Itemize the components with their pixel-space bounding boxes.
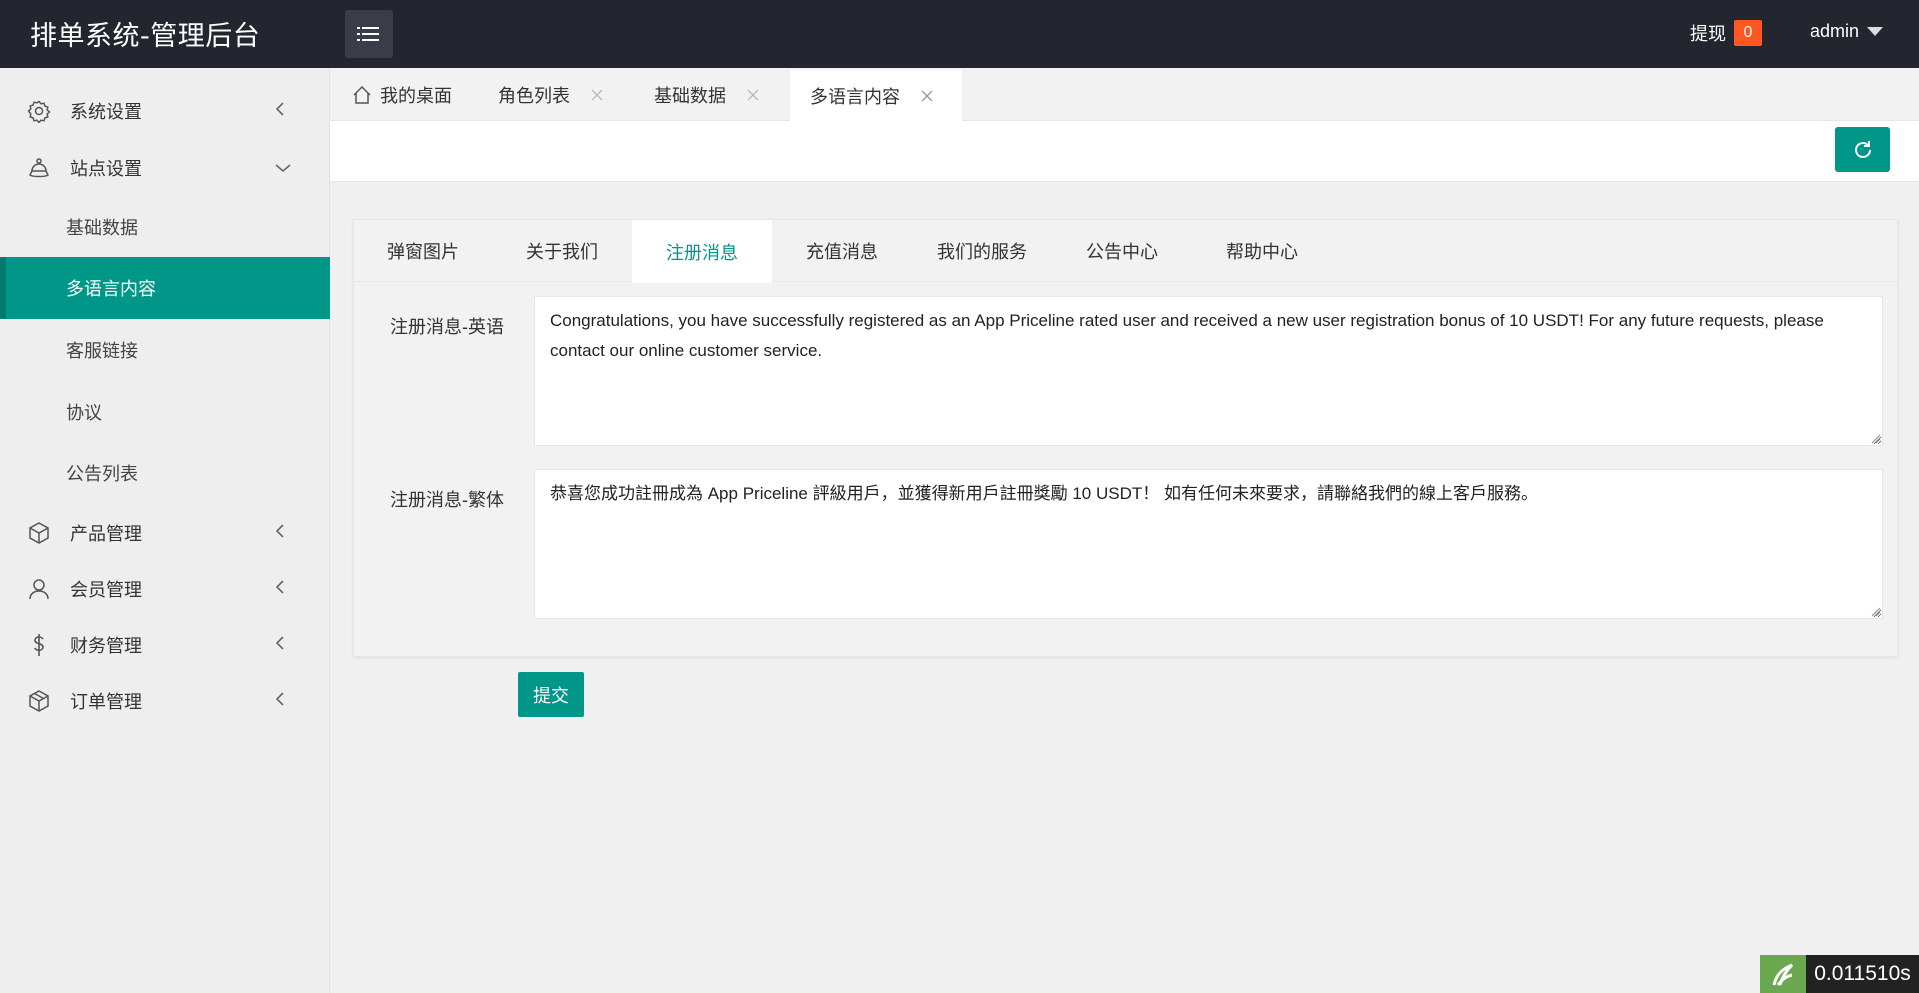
tab-label: 我的桌面 (380, 85, 452, 106)
traditional-chinese-message-textarea[interactable]: 恭喜您成功註冊成為 App Priceline 評級用戶，並獲得新用戶註冊獎勵 … (534, 469, 1883, 619)
page-toolbar (330, 121, 1919, 182)
content-tab-bar: 弹窗图片 关于我们 注册消息 充值消息 我们的服务 公告中心 帮助中心 (354, 220, 1897, 283)
submit-button[interactable]: 提交 (518, 672, 584, 717)
user-icon (26, 576, 52, 602)
withdraw-label: 提现 (1690, 24, 1726, 44)
tab-label: 关于我们 (526, 242, 598, 262)
sidebar-item-site-settings[interactable]: 站点设置 (0, 140, 330, 196)
sidebar-item-label: 站点设置 (70, 159, 142, 179)
tab-role-list[interactable]: 角色列表 (498, 68, 604, 121)
app-title: 排单系统-管理后台 (30, 21, 261, 52)
sidebar-subitem-label: 基础数据 (66, 218, 138, 238)
performance-time: 0.011510s (1806, 955, 1919, 993)
resize-grip-icon[interactable] (1871, 607, 1881, 617)
tab-about-us[interactable]: 关于我们 (492, 220, 632, 282)
sidebar-item-system-settings[interactable]: 系统设置 (0, 83, 330, 139)
field-label-traditional-chinese: 注册消息-繁体 (390, 490, 504, 510)
english-message-textarea[interactable]: Congratulations, you have successfully r… (534, 296, 1883, 446)
chevron-left-icon (274, 579, 286, 600)
close-icon[interactable] (920, 89, 934, 103)
content-card: 弹窗图片 关于我们 注册消息 充值消息 我们的服务 公告中心 帮助中心 注册消息… (353, 219, 1898, 657)
site-icon (26, 155, 52, 181)
tab-label: 基础数据 (654, 85, 726, 106)
refresh-button[interactable] (1835, 127, 1890, 172)
tab-notice-center[interactable]: 公告中心 (1052, 220, 1192, 282)
tab-recharge-message[interactable]: 充值消息 (772, 220, 912, 282)
menu-toggle-button[interactable] (345, 10, 393, 58)
close-icon[interactable] (746, 88, 760, 102)
refresh-icon (1854, 140, 1871, 158)
sidebar-subitem-label: 公告列表 (66, 464, 138, 484)
sidebar-item-label: 产品管理 (70, 524, 142, 544)
tab-label: 多语言内容 (810, 86, 900, 107)
tab-label: 公告中心 (1086, 242, 1158, 262)
tab-label: 注册消息 (666, 242, 738, 263)
order-box-icon (26, 688, 52, 714)
list-icon (357, 27, 379, 41)
caret-down-icon (1867, 27, 1884, 36)
leaf-logo-icon (1760, 955, 1806, 993)
home-icon (353, 85, 371, 104)
tab-help-center[interactable]: 帮助中心 (1192, 220, 1332, 282)
tab-basic-data[interactable]: 基础数据 (654, 68, 760, 121)
chevron-down-icon (274, 158, 292, 179)
sidebar-item-label: 系统设置 (70, 102, 142, 122)
sidebar-item-product-management[interactable]: 产品管理 (0, 505, 330, 561)
tab-my-desktop[interactable]: 我的桌面 (352, 68, 452, 121)
sidebar-item-order-management[interactable]: 订单管理 (0, 673, 330, 729)
chevron-left-icon (274, 635, 286, 656)
sidebar-item-label: 订单管理 (70, 692, 142, 712)
top-header: 排单系统-管理后台 提现 0 admin (0, 0, 1919, 68)
sidebar-item-label: 财务管理 (70, 636, 142, 656)
tab-our-services[interactable]: 我们的服务 (912, 220, 1052, 282)
tab-registration-message[interactable]: 注册消息 (632, 220, 772, 283)
sidebar-item-label: 会员管理 (70, 580, 142, 600)
sidebar-subitem-service-link[interactable]: 客服链接 (0, 319, 330, 381)
withdraw-count-badge: 0 (1734, 20, 1762, 46)
tab-multilang-content[interactable]: 多语言内容 (790, 68, 962, 121)
sidebar-subitem-notice-list[interactable]: 公告列表 (0, 442, 330, 504)
user-name: admin (1810, 21, 1860, 41)
sidebar: 系统设置 站点设置 基础数据 多语言内容 客服链接 协议 公告列表 产品管理 会… (0, 68, 330, 993)
tab-label: 帮助中心 (1226, 242, 1298, 262)
resize-grip-icon[interactable] (1871, 434, 1881, 444)
field-label-english: 注册消息-英语 (390, 317, 504, 337)
sidebar-subitem-multilang-content[interactable]: 多语言内容 (0, 257, 330, 319)
chevron-left-icon (274, 101, 286, 122)
chevron-left-icon (274, 691, 286, 712)
box-icon (26, 520, 52, 546)
sidebar-subitem-label: 客服链接 (66, 341, 138, 361)
page-tab-bar: 我的桌面 角色列表 基础数据 多语言内容 (330, 68, 1919, 121)
tab-label: 角色列表 (498, 85, 570, 106)
user-menu[interactable]: admin (1810, 21, 1884, 42)
sidebar-subitem-agreement[interactable]: 协议 (0, 381, 330, 443)
dollar-icon (26, 632, 52, 658)
sidebar-subitem-basic-data[interactable]: 基础数据 (0, 196, 330, 258)
sidebar-item-member-management[interactable]: 会员管理 (0, 561, 330, 617)
tab-label: 我们的服务 (937, 242, 1027, 262)
close-icon[interactable] (590, 88, 604, 102)
withdraw-link[interactable]: 提现 0 (1690, 20, 1762, 46)
sidebar-subitem-label: 协议 (66, 403, 102, 423)
performance-badge: 0.011510s (1760, 955, 1919, 993)
tab-label: 弹窗图片 (387, 242, 459, 262)
sidebar-subitem-label: 多语言内容 (66, 279, 156, 299)
chevron-left-icon (274, 523, 286, 544)
tab-label: 充值消息 (806, 242, 878, 262)
gear-icon (26, 98, 52, 124)
tab-popup-image[interactable]: 弹窗图片 (354, 220, 492, 282)
sidebar-item-finance-management[interactable]: 财务管理 (0, 617, 330, 673)
